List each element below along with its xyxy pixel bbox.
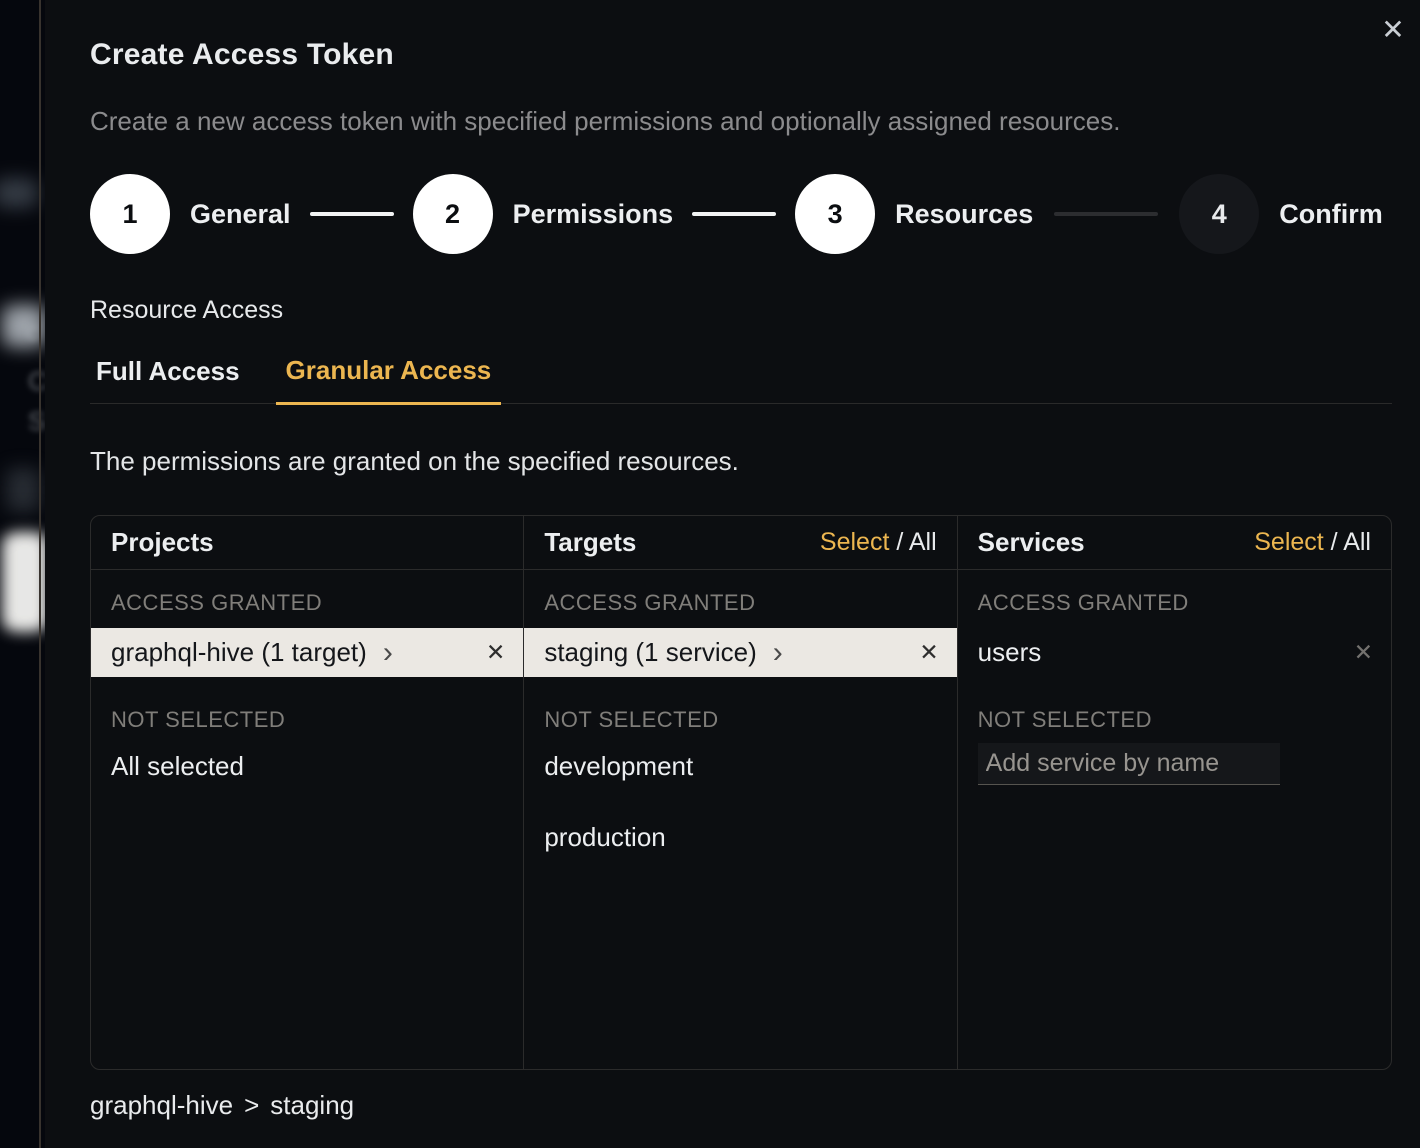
step-number-circle: 3 (795, 174, 875, 254)
breadcrumb-project: graphql-hive (90, 1090, 233, 1121)
not-selected-label: NOT SELECTED (978, 707, 1371, 733)
wizard-stepper: 1 General 2 Permissions 3 Resources 4 Co… (90, 174, 1383, 254)
resource-access-heading: Resource Access (90, 296, 283, 325)
access-granted-label: ACCESS GRANTED (111, 590, 503, 616)
step-number-circle: 2 (413, 174, 493, 254)
dialog-subtitle: Create a new access token with specified… (90, 106, 1120, 137)
background-text-fragment: c (26, 316, 39, 347)
step-resources[interactable]: 3 Resources (795, 174, 1033, 254)
not-selected-label: NOT SELECTED (111, 707, 503, 733)
step-connector (692, 212, 776, 216)
step-number-circle: 1 (90, 174, 170, 254)
step-permissions[interactable]: 2 Permissions (413, 174, 674, 254)
select-all-separator: / (1324, 528, 1343, 556)
projects-column-header: Projects (91, 516, 524, 570)
add-service-input[interactable] (978, 743, 1280, 785)
background-text-fragment: S (28, 406, 45, 437)
services-select-link[interactable]: Select (1254, 528, 1323, 556)
not-selected-label: NOT SELECTED (544, 707, 936, 733)
step-connector (310, 212, 394, 216)
granted-project-row[interactable]: graphql-hive (1 target) › ✕ (91, 628, 523, 677)
tab-granular-access[interactable]: Granular Access (276, 355, 502, 405)
step-general[interactable]: 1 General (90, 174, 291, 254)
breadcrumb: graphql-hive > staging (90, 1090, 354, 1121)
services-column-body: ACCESS GRANTED users ✕ NOT SELECTED (958, 570, 1391, 1069)
dialog-title: Create Access Token (90, 38, 394, 72)
targets-all-link[interactable]: All (909, 528, 937, 556)
services-all-link[interactable]: All (1343, 528, 1371, 556)
column-title: Services (978, 527, 1085, 558)
chevron-right-icon: › (383, 640, 393, 666)
breadcrumb-separator: > (244, 1090, 259, 1121)
target-option-development[interactable]: development (524, 741, 956, 793)
granted-project-name: graphql-hive (1 target) (111, 637, 367, 668)
projects-all-selected-note: All selected (91, 741, 523, 793)
step-number-circle: 4 (1179, 174, 1259, 254)
column-title: Projects (111, 527, 214, 558)
step-connector-inactive (1054, 212, 1158, 216)
resource-selection-table: Projects Targets Select / All Services S… (90, 515, 1392, 1070)
modal-edge-divider (39, 0, 41, 1148)
services-column-header: Services Select / All (958, 516, 1391, 570)
services-header-actions: Select / All (1254, 528, 1371, 557)
remove-service-icon[interactable]: ✕ (1354, 639, 1373, 666)
tab-full-access[interactable]: Full Access (90, 356, 250, 403)
remove-target-icon[interactable]: ✕ (919, 639, 938, 666)
chevron-right-icon: › (773, 640, 783, 666)
column-title: Targets (544, 527, 636, 558)
screen: c C S ✕ Create Access Token Create a new… (0, 0, 1420, 1148)
granular-access-description: The permissions are granted on the speci… (90, 446, 739, 477)
background-blob (6, 468, 40, 512)
granted-service-row[interactable]: users ✕ (958, 628, 1391, 677)
close-icon[interactable]: ✕ (1375, 12, 1411, 48)
step-confirm[interactable]: 4 Confirm (1179, 174, 1383, 254)
step-label: General (190, 199, 291, 230)
create-access-token-dialog: ✕ Create Access Token Create a new acces… (45, 0, 1420, 1148)
background-text-fragment: C (28, 366, 45, 397)
access-mode-tabs: Full Access Granular Access (90, 354, 1392, 404)
step-label: Confirm (1279, 199, 1383, 230)
targets-header-actions: Select / All (820, 528, 937, 557)
granted-target-row[interactable]: staging (1 service) › ✕ (524, 628, 956, 677)
granted-service-name: users (978, 637, 1042, 668)
background-blob (0, 178, 38, 208)
access-granted-label: ACCESS GRANTED (978, 590, 1371, 616)
granted-target-name: staging (1 service) (544, 637, 756, 668)
target-option-production[interactable]: production (524, 812, 956, 864)
step-label: Resources (895, 199, 1033, 230)
targets-column-body: ACCESS GRANTED staging (1 service) › ✕ N… (524, 570, 957, 1069)
select-all-separator: / (889, 528, 908, 556)
remove-project-icon[interactable]: ✕ (486, 639, 505, 666)
step-label: Permissions (513, 199, 674, 230)
projects-column-body: ACCESS GRANTED graphql-hive (1 target) ›… (91, 570, 524, 1069)
breadcrumb-target: staging (270, 1090, 354, 1121)
targets-column-header: Targets Select / All (524, 516, 957, 570)
targets-select-link[interactable]: Select (820, 528, 889, 556)
access-granted-label: ACCESS GRANTED (544, 590, 936, 616)
